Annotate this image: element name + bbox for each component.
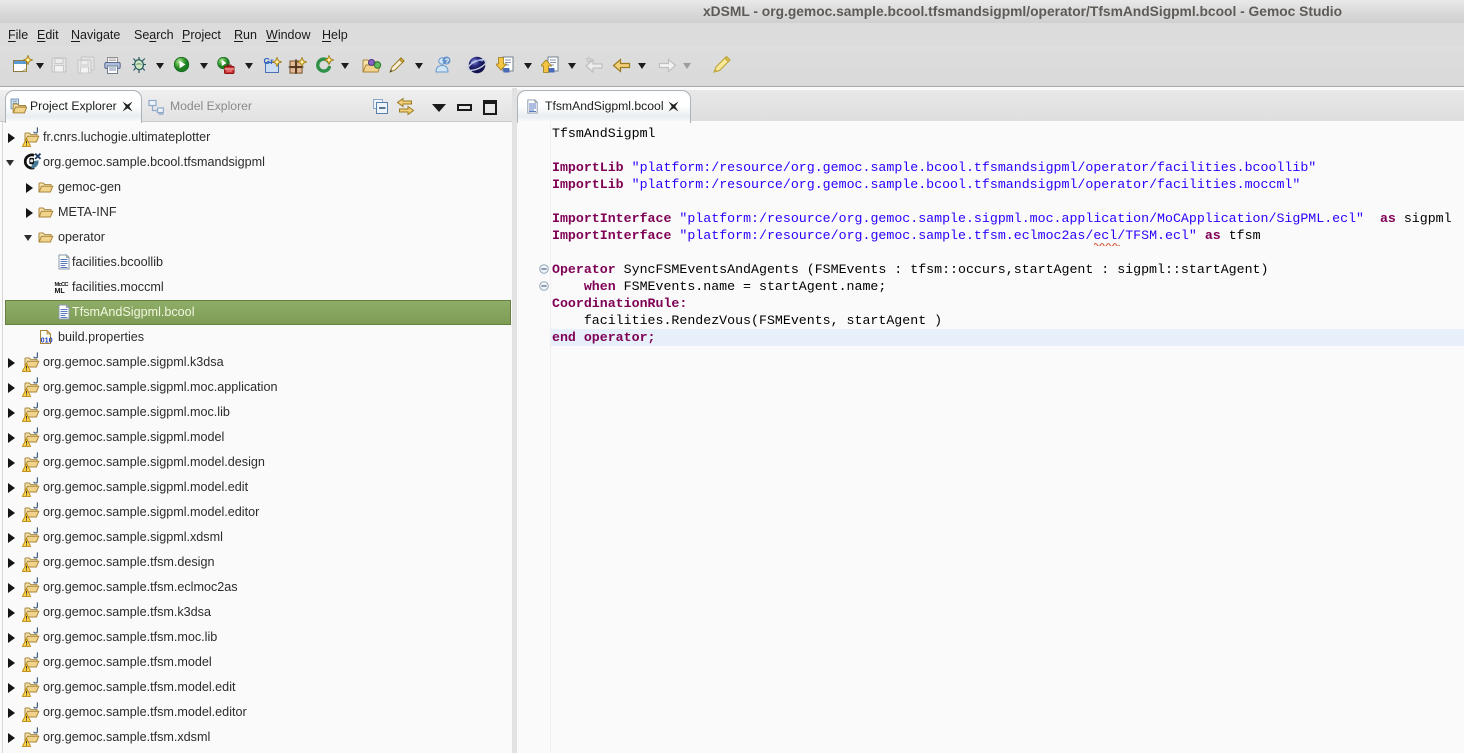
svg-text:?: ?: [445, 56, 450, 65]
